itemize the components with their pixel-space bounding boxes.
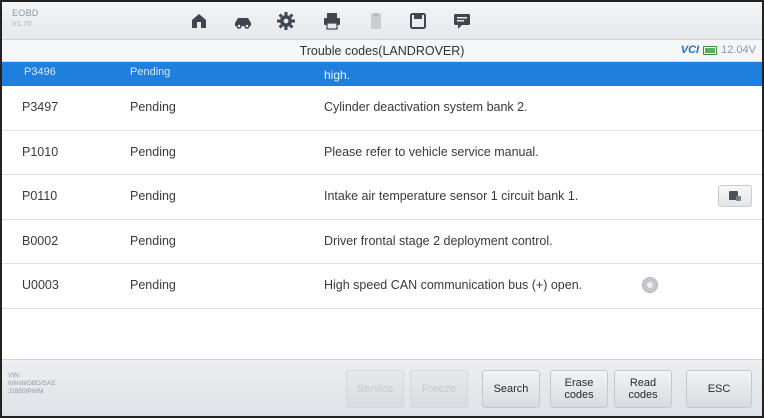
brand-label: EOBD V1.70 [12, 8, 39, 30]
vin-info: VIN: Infiniti/OBD/SAE J1850/PWM [8, 372, 56, 396]
read-line2: codes [628, 389, 658, 401]
table-row[interactable]: B0002 Pending Driver frontal stage 2 dep… [2, 219, 762, 264]
settings-icon[interactable] [274, 9, 298, 33]
selected-row-description: high. [324, 68, 351, 82]
read-line1: Read [629, 377, 657, 389]
service-button[interactable]: Service [346, 370, 404, 408]
esc-button[interactable]: ESC [686, 370, 752, 408]
table-row[interactable]: U0003 Pending High speed CAN communicati… [2, 264, 762, 309]
brand-name: EOBD [12, 8, 39, 18]
vci-indicator: VCI [680, 44, 700, 56]
search-label: Search [493, 383, 529, 395]
erase-codes-button[interactable]: Erase codes [550, 370, 608, 408]
clipboard-icon [364, 9, 388, 33]
row-description: Driver frontal stage 2 deployment contro… [324, 233, 553, 248]
vin-label: VIN: [8, 372, 21, 379]
vehicle-icon[interactable] [231, 9, 255, 33]
row-description: Cylinder deactivation system bank 2. [324, 100, 528, 114]
page-title: Trouble codes(LANDROVER) [299, 44, 465, 58]
row-status: Pending [130, 100, 176, 114]
service-label: Service [356, 383, 394, 395]
help-icon[interactable] [642, 277, 658, 293]
row-description: High speed CAN communication bus (+) ope… [324, 278, 583, 292]
trouble-code-list: P3497 Pending Cylinder deactivation syst… [2, 86, 762, 309]
table-row[interactable]: P1010 Pending Please refer to vehicle se… [2, 130, 762, 175]
table-row[interactable]: P0110 Pending Intake air temperature sen… [2, 175, 762, 220]
brand-version: V1.70 [12, 21, 32, 28]
row-description: Please refer to vehicle service manual. [324, 144, 539, 159]
protocol-line: J1850/PWM [8, 388, 44, 395]
print-icon[interactable] [320, 9, 344, 33]
battery-icon [703, 45, 718, 55]
freeze-label: Freeze [421, 383, 457, 395]
message-icon[interactable] [450, 9, 474, 33]
row-status: Pending [130, 189, 176, 203]
search-button[interactable]: Search [482, 370, 540, 408]
row-code: U0003 [22, 278, 59, 292]
row-code: P1010 [22, 144, 59, 159]
read-codes-button[interactable]: Read codes [614, 370, 672, 408]
read-codes-label: Read codes [628, 377, 657, 401]
selected-row-status: Pending [130, 66, 171, 78]
row-code: P0110 [22, 189, 58, 203]
selected-row-code: P3496 [24, 66, 56, 78]
row-description: Intake air temperature sensor 1 circuit … [324, 189, 579, 203]
freeze-button[interactable]: Freeze [410, 370, 468, 408]
row-status: Pending [130, 278, 176, 292]
erase-line2: codes [564, 389, 594, 401]
home-icon[interactable] [187, 9, 211, 33]
bottom-bar: VIN: Infiniti/OBD/SAE J1850/PWM Service … [2, 359, 762, 416]
row-code: P3497 [22, 100, 59, 114]
app-window: EOBD V1.70 Trouble codes(LANDROVER) VCI … [0, 0, 764, 418]
voltage-readout: 12.04V [721, 44, 756, 56]
freeze-frame-icon [729, 191, 741, 201]
save-icon[interactable] [406, 9, 430, 33]
row-status: Pending [130, 144, 176, 159]
erase-line1: Erase [564, 377, 594, 389]
freeze-frame-button[interactable] [718, 185, 752, 207]
row-code: B0002 [22, 233, 59, 248]
title-bar: Trouble codes(LANDROVER) VCI 12.04V [2, 40, 762, 62]
table-row[interactable]: P3497 Pending Cylinder deactivation syst… [2, 86, 762, 131]
esc-label: ESC [707, 383, 731, 395]
row-status: Pending [130, 233, 176, 248]
selected-row[interactable]: Trouble codes(LANDROVER) VCI 12.04V P349… [2, 40, 762, 86]
connection-status: VCI 12.04V [681, 44, 756, 56]
top-toolbar: EOBD V1.70 [2, 2, 762, 40]
erase-codes-label: Erase codes [564, 377, 593, 401]
protocol-line: Infiniti/OBD/SAE [8, 380, 56, 387]
